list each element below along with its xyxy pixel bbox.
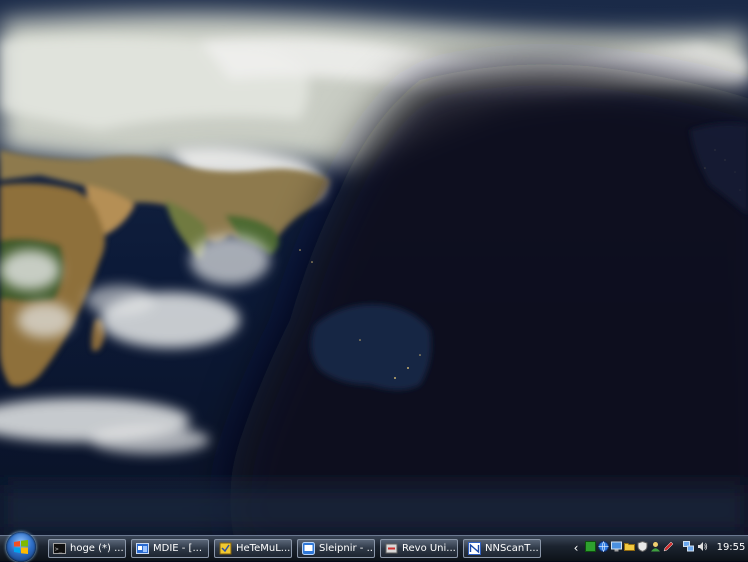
taskbar-button-mdie[interactable]: MDIE - [... [131, 539, 209, 558]
desktop[interactable] [0, 0, 748, 535]
command-prompt-icon: >_ [53, 543, 66, 554]
sleipnir-browser-icon [302, 542, 315, 555]
show-hidden-icons-button[interactable]: ‹ [571, 540, 581, 556]
pen-icon[interactable] [663, 541, 674, 552]
nnscan-icon [468, 542, 481, 555]
monitor-icon[interactable] [611, 541, 622, 552]
green-box-icon[interactable] [585, 541, 596, 552]
taskbar-button-sleipnir[interactable]: Sleipnir - ... [297, 539, 375, 558]
network-connection-icon[interactable] [683, 541, 694, 552]
taskbar: >_ hoge (*) ... MDIE - [... HeTeMuL... S… [0, 532, 748, 562]
svg-text:>_: >_ [55, 546, 63, 553]
windows-logo-icon [14, 540, 28, 554]
taskbar-button-nnscan[interactable]: NNScanT... [463, 539, 541, 558]
system-clock[interactable]: 19:55 [714, 536, 748, 560]
taskbar-button-label: Revo Uni... [402, 543, 456, 554]
taskbar-button-hetemul[interactable]: HeTeMuL... [214, 539, 292, 558]
folder-icon[interactable] [624, 541, 635, 552]
taskbar-button-label: HeTeMuL... [236, 543, 291, 554]
taskbar-button-hoge[interactable]: >_ hoge (*) ... [48, 539, 126, 558]
hetemul-icon [219, 542, 232, 555]
revo-uninstaller-icon [385, 543, 398, 554]
mdie-icon [136, 543, 149, 554]
taskbar-button-label: MDIE - [... [153, 543, 202, 554]
user-icon[interactable] [650, 541, 661, 552]
taskbar-button-label: Sleipnir - ... [319, 543, 375, 554]
shield-icon[interactable] [637, 541, 648, 552]
taskbar-button-label: NNScanT... [485, 543, 539, 554]
network-globe-icon[interactable] [598, 541, 609, 552]
taskbar-button-revo-uninstaller[interactable]: Revo Uni... [380, 539, 458, 558]
taskbar-button-label: hoge (*) ... [70, 543, 124, 554]
earth-wallpaper [0, 0, 748, 535]
start-button[interactable] [6, 532, 36, 562]
speaker-icon[interactable] [697, 541, 708, 552]
